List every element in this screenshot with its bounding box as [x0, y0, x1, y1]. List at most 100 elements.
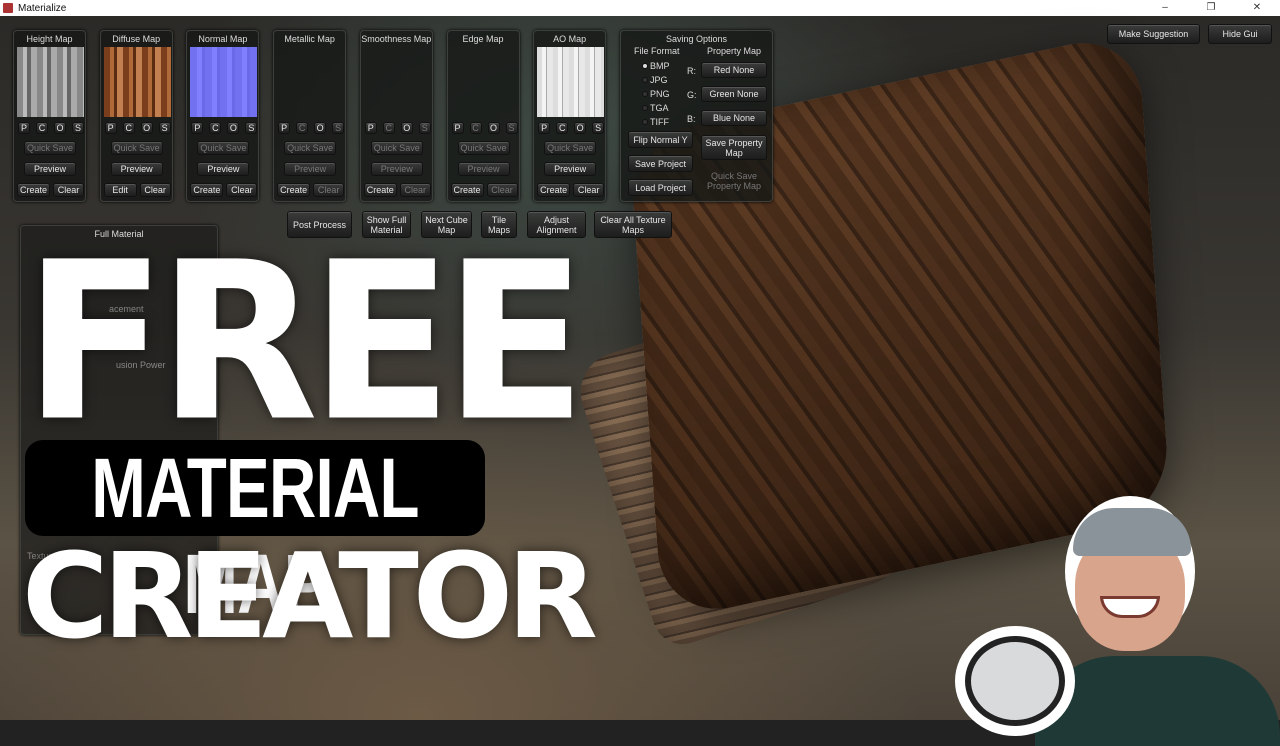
map-s-button[interactable]: S	[505, 122, 518, 134]
quick-save-button[interactable]: Quick Save	[457, 141, 510, 155]
minimize-button[interactable]: –	[1142, 0, 1188, 16]
quick-save-button[interactable]: Quick Save	[110, 141, 163, 155]
quick-save-button[interactable]: Quick Save	[544, 141, 597, 155]
create-button[interactable]: Create	[190, 183, 224, 197]
map-thumbnail[interactable]	[451, 47, 518, 117]
headline-box: MATERIAL MAP	[25, 440, 485, 631]
channel-label: G:	[687, 90, 697, 100]
map-title: Normal Map	[198, 34, 248, 44]
save-project-button[interactable]: Save Project	[628, 155, 693, 172]
channel-label: R:	[687, 66, 696, 76]
map-s-button[interactable]: S	[592, 122, 605, 134]
map-s-button[interactable]: S	[158, 122, 171, 134]
restore-button[interactable]: ❐	[1188, 0, 1234, 16]
close-button[interactable]: ✕	[1234, 0, 1280, 16]
map-title: AO Map	[553, 34, 587, 44]
app-logo-icon	[3, 3, 13, 13]
create-button[interactable]: Create	[17, 183, 50, 197]
map-p-button[interactable]: P	[364, 122, 377, 134]
map-s-button[interactable]: S	[245, 122, 258, 134]
map-thumbnail[interactable]	[537, 47, 605, 117]
format-radio-jpg[interactable]: JPG	[642, 75, 668, 85]
map-title: Diffuse Map	[112, 34, 161, 44]
clear-button[interactable]: Clear	[573, 183, 605, 197]
map-p-button[interactable]: P	[104, 122, 117, 134]
map-thumbnail[interactable]	[190, 47, 258, 117]
headline-creator: CREATOR	[22, 527, 598, 665]
map-c-button[interactable]: C	[556, 122, 569, 134]
format-radio-tga[interactable]: TGA	[642, 103, 669, 113]
clear-button[interactable]: Clear	[486, 183, 518, 197]
map-p-button[interactable]: P	[538, 122, 551, 134]
map-thumbnail[interactable]	[103, 47, 171, 117]
map-o-button[interactable]: O	[574, 122, 587, 134]
create-button[interactable]: Create	[277, 183, 311, 197]
format-radio-tiff[interactable]: TIFF	[642, 117, 669, 127]
headline-material-map: MATERIAL MAP	[91, 441, 419, 631]
map-s-button[interactable]: S	[332, 122, 345, 134]
map-thumbnail[interactable]	[17, 47, 84, 117]
clear-button[interactable]: Clear	[313, 183, 345, 197]
map-c-button[interactable]: C	[296, 122, 309, 134]
quick-save-button[interactable]: Quick Save	[197, 141, 250, 155]
preview-button[interactable]: Preview	[24, 162, 76, 176]
hide-gui-button[interactable]: Hide Gui	[1208, 24, 1272, 44]
flip-normal-y-button[interactable]: Flip Normal Y	[628, 131, 693, 148]
edit-button[interactable]: Edit	[103, 183, 137, 197]
quick-save-button[interactable]: Quick Save	[24, 141, 76, 155]
map-p-button[interactable]: P	[451, 122, 464, 134]
map-c-button[interactable]: C	[469, 122, 482, 134]
save-property-map-button[interactable]: Save Property Map	[701, 135, 767, 160]
map-c-button[interactable]: C	[209, 122, 222, 134]
make-suggestion-button[interactable]: Make Suggestion	[1107, 24, 1200, 44]
create-button[interactable]: Create	[450, 183, 484, 197]
quick-save-button[interactable]: Quick Save	[370, 141, 423, 155]
viewport[interactable]: Height Map P C O S Quick Save Preview Create Cle…	[0, 16, 1280, 746]
preview-button[interactable]: Preview	[370, 162, 423, 176]
map-o-button[interactable]: O	[227, 122, 240, 134]
map-c-button[interactable]: C	[122, 122, 135, 134]
preview-button[interactable]: Preview	[110, 162, 163, 176]
clear-button[interactable]: Clear	[399, 183, 431, 197]
format-radio-png[interactable]: PNG	[642, 89, 670, 99]
preview-button[interactable]: Preview	[284, 162, 337, 176]
map-p-button[interactable]: P	[18, 122, 30, 134]
map-o-button[interactable]: O	[314, 122, 327, 134]
channel-select-button[interactable]: Red None	[701, 62, 767, 78]
map-p-button[interactable]: P	[278, 122, 291, 134]
map-s-button[interactable]: S	[72, 122, 84, 134]
format-radio-bmp[interactable]: BMP	[642, 61, 670, 71]
presenter-photo	[955, 496, 1280, 746]
saving-options-title: Saving Options	[665, 34, 728, 44]
map-panel-edge-map: Edge Map P C O S Quick Save Preview Create Clear	[446, 30, 520, 202]
clear-button[interactable]: Clear	[139, 183, 171, 197]
map-o-button[interactable]: O	[400, 122, 413, 134]
preview-button[interactable]: Preview	[544, 162, 597, 176]
channel-select-button[interactable]: Green None	[701, 86, 767, 102]
preview-button[interactable]: Preview	[197, 162, 250, 176]
quick-save-property-map-button[interactable]: Quick Save Property Map	[701, 168, 767, 193]
clear-button[interactable]: Clear	[226, 183, 258, 197]
map-o-button[interactable]: O	[54, 122, 66, 134]
window-title: Materialize	[18, 2, 67, 14]
preview-button[interactable]: Preview	[457, 162, 510, 176]
map-o-button[interactable]: O	[140, 122, 153, 134]
map-c-button[interactable]: C	[382, 122, 395, 134]
map-thumbnail[interactable]	[364, 47, 431, 117]
map-s-button[interactable]: S	[418, 122, 431, 134]
create-button[interactable]: Create	[363, 183, 397, 197]
load-project-button[interactable]: Load Project	[628, 179, 693, 196]
create-button[interactable]: Create	[537, 183, 571, 197]
map-panel-metallic-map: Metallic Map P C O S Quick Save Preview Create C…	[273, 30, 347, 202]
clear-button[interactable]: Clear	[53, 183, 84, 197]
saving-options-panel: Saving Options File Format Property Map …	[620, 30, 773, 202]
toolbar-clear-all-texture-maps-button[interactable]: Clear All Texture Maps	[594, 211, 672, 238]
channel-select-button[interactable]: Blue None	[701, 110, 767, 126]
map-o-button[interactable]: O	[487, 122, 500, 134]
quick-save-button[interactable]: Quick Save	[284, 141, 337, 155]
map-thumbnail[interactable]	[277, 47, 344, 117]
map-panel-smoothness-map: Smoothness Map P C O S Quick Save Preview Creat…	[359, 30, 433, 202]
headline-free: FREE	[24, 215, 586, 471]
map-c-button[interactable]: C	[36, 122, 48, 134]
map-p-button[interactable]: P	[191, 122, 204, 134]
